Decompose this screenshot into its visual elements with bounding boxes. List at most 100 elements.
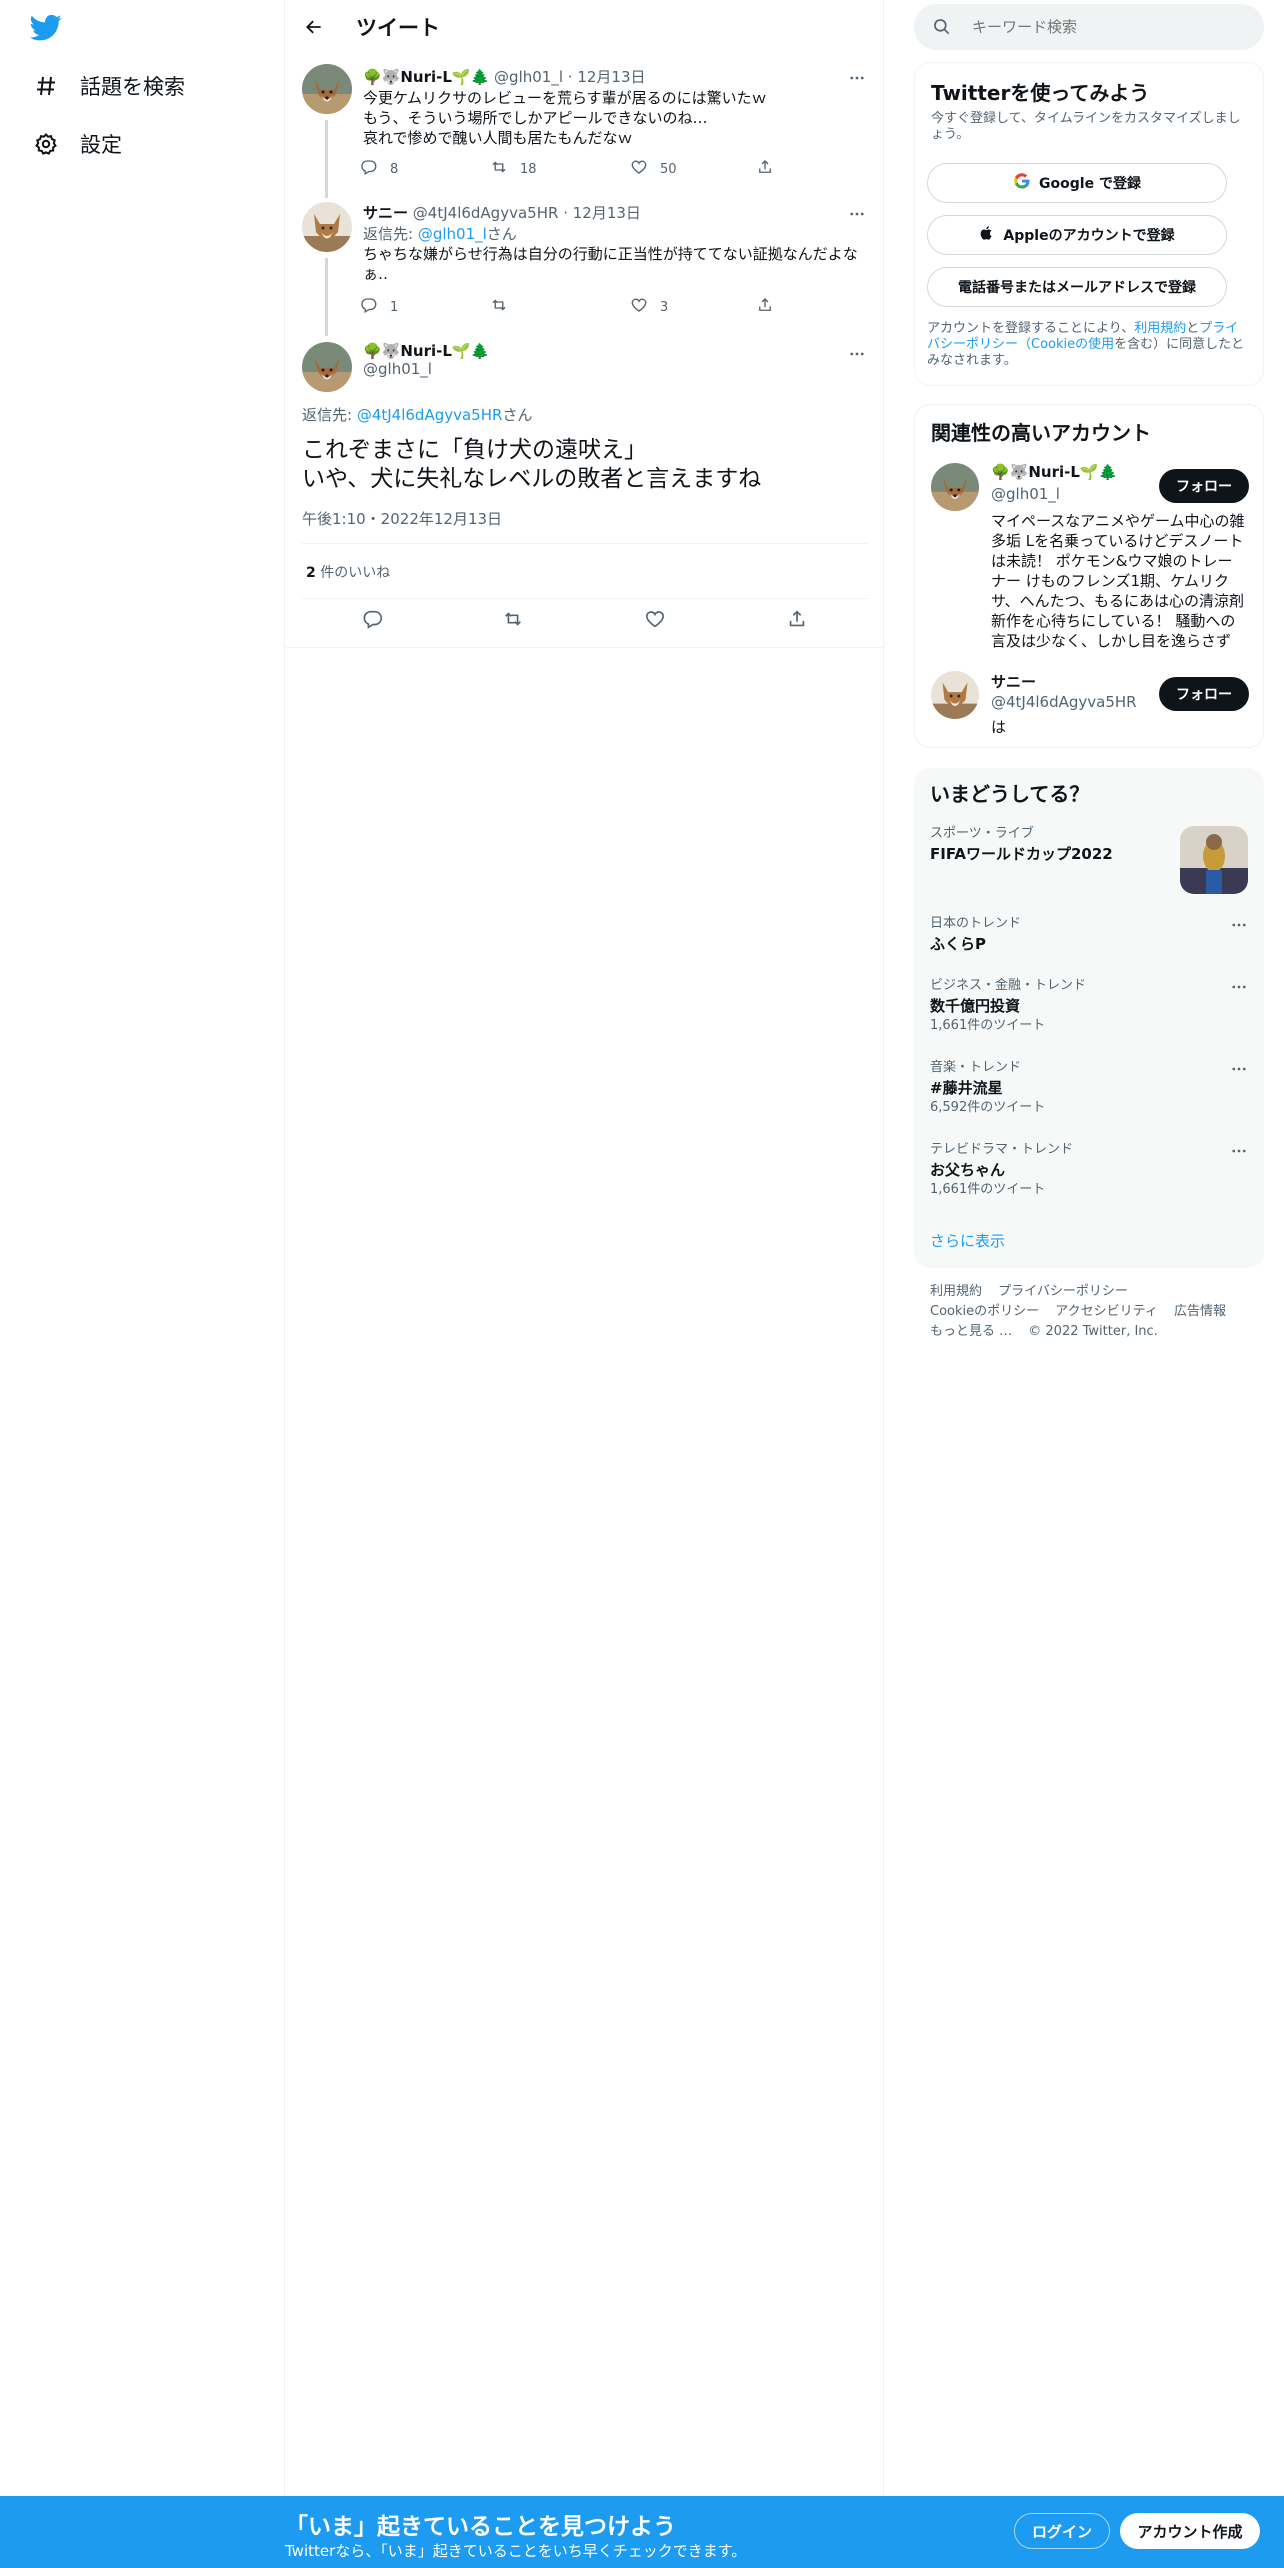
- show-more-link[interactable]: さらに表示: [930, 1230, 1005, 1251]
- create-account-button[interactable]: アカウント作成: [1120, 2513, 1260, 2549]
- share-button[interactable]: [756, 296, 786, 318]
- tweet-actions: 1 3: [360, 296, 810, 318]
- avatar[interactable]: [931, 671, 979, 719]
- footer-more-link[interactable]: もっと見る …: [930, 1324, 1012, 1339]
- footer-link[interactable]: アクセシビリティ: [1055, 1304, 1158, 1319]
- trend-item[interactable]: 日本のトレンド ふくらP: [930, 916, 1248, 960]
- related-accounts-card: 関連性の高いアカウント 🌳🐺Nuri-L🌱🌲 @glh01_l フォロー マイペ…: [914, 404, 1264, 748]
- more-options-icon[interactable]: [1230, 1060, 1248, 1082]
- avatar[interactable]: [302, 64, 352, 114]
- share-icon: [786, 615, 808, 634]
- card-title: Twitterを使ってみよう: [931, 81, 1150, 105]
- account-suggestion[interactable]: 🌳🐺Nuri-L🌱🌲 @glh01_l フォロー マイペースなアニメやゲーム中心…: [931, 463, 1249, 663]
- phone-email-signup-button[interactable]: 電話番号またはメールアドレスで登録: [927, 267, 1227, 307]
- account-handle[interactable]: @4tJ4l6dAgyva5HR: [991, 693, 1137, 711]
- nav-item-settings[interactable]: 設定: [32, 122, 122, 166]
- like-icon: [630, 296, 660, 318]
- trend-item[interactable]: 音楽・トレンド #藤井流星 6,592件のツイート: [930, 1060, 1248, 1122]
- search-bar[interactable]: [914, 4, 1264, 50]
- back-arrow-icon[interactable]: [296, 9, 332, 45]
- footer-link[interactable]: プライバシーポリシー: [998, 1284, 1128, 1299]
- reply-button[interactable]: 8: [360, 158, 398, 180]
- card-title: 関連性の高いアカウント: [931, 421, 1151, 445]
- avatar[interactable]: [931, 463, 979, 511]
- retweet-button[interactable]: [502, 608, 524, 634]
- reply-context: 返信先: @glh01_lさん: [363, 225, 517, 243]
- more-options-icon[interactable]: [846, 68, 868, 88]
- display-name[interactable]: 🌳🐺Nuri-L🌱🌲: [363, 342, 489, 360]
- account-handle[interactable]: @glh01_l: [991, 485, 1060, 503]
- reply-button[interactable]: 1: [360, 296, 398, 318]
- left-navigation: 話題を検索 設定: [0, 0, 285, 2568]
- avatar[interactable]: [302, 342, 352, 392]
- tweet-text: 返信先: @glh01_lさん ちゃちな嫌がらせ行為は自分の行動に正当性が持てて…: [363, 224, 868, 284]
- more-options-icon[interactable]: [846, 344, 868, 364]
- google-signup-label: Google で登録: [1039, 176, 1141, 192]
- login-button[interactable]: ログイン: [1014, 2513, 1110, 2549]
- gear-icon: [32, 130, 60, 158]
- share-button[interactable]: [756, 158, 786, 180]
- terms-link[interactable]: 利用規約: [1134, 321, 1186, 336]
- user-handle[interactable]: @glh01_l: [363, 360, 489, 378]
- thread-tweet[interactable]: 🌳🐺Nuri-L🌱🌲 @glh01_l · 12月13日 今更ケムリクサのレビュ…: [286, 60, 884, 198]
- tweet-text: これぞまさに「負け犬の遠吠え」 いや、犬に失礼なレベルの敗者と言えますね: [302, 436, 872, 494]
- like-button[interactable]: 50: [630, 158, 677, 180]
- display-name[interactable]: サニー: [363, 204, 408, 222]
- trend-count: 1,661件のツイート: [930, 1018, 1046, 1033]
- user-handle[interactable]: @glh01_l: [494, 68, 563, 86]
- divider: [286, 647, 884, 648]
- display-name[interactable]: 🌳🐺Nuri-L🌱🌲: [363, 68, 489, 86]
- user-handle[interactable]: @4tJ4l6dAgyva5HR: [413, 204, 559, 222]
- mention-link[interactable]: @glh01_l: [418, 225, 487, 243]
- tweet-text-line: もう、そういう場所でしかアピールできないのね…: [363, 109, 708, 127]
- follow-button[interactable]: フォロー: [1159, 469, 1249, 503]
- apple-signup-button[interactable]: Appleのアカウントで登録: [927, 215, 1227, 255]
- more-options-icon[interactable]: [1230, 1142, 1248, 1164]
- share-button[interactable]: [786, 608, 808, 634]
- retweet-icon: [490, 158, 520, 180]
- more-options-icon[interactable]: [1230, 916, 1248, 938]
- trend-item[interactable]: テレビドラマ・トレンド お父ちゃん 1,661件のツイート: [930, 1142, 1248, 1204]
- tweet-date[interactable]: 12月13日: [573, 204, 641, 222]
- retweet-button[interactable]: [490, 296, 520, 318]
- account-bio: マイペースなアニメやゲーム中心の雑多垢 Lを名乗っているけどデスノートは未読！ …: [991, 512, 1245, 650]
- reply-count: 8: [390, 161, 399, 177]
- reply-context: 返信先: @4tJ4l6dAgyva5HRさん: [302, 406, 533, 424]
- banner-subtitle: Twitterなら、「いま」起きていることをいち早くチェックできます。: [285, 2542, 747, 2560]
- trend-category: 日本のトレンド: [930, 916, 1022, 931]
- likes-summary[interactable]: 2 件のいいね: [306, 562, 390, 582]
- reply-button[interactable]: [362, 608, 384, 634]
- mention-link[interactable]: @4tJ4l6dAgyva5HR: [357, 406, 503, 424]
- footer-link[interactable]: 利用規約: [930, 1284, 982, 1299]
- account-suggestion[interactable]: サニー @4tJ4l6dAgyva5HR フォロー は: [931, 671, 1249, 736]
- more-options-icon[interactable]: [1230, 978, 1248, 1000]
- footer-link[interactable]: 広告情報: [1174, 1304, 1226, 1319]
- twitter-logo-icon[interactable]: [30, 14, 70, 44]
- tweet-actions: 8 18 50: [360, 158, 810, 180]
- account-name[interactable]: 🌳🐺Nuri-L🌱🌲: [991, 463, 1117, 481]
- like-button[interactable]: [644, 608, 666, 634]
- tweet-text-line: ぁ‥: [363, 265, 389, 283]
- tweet-date[interactable]: 12月13日: [577, 68, 645, 86]
- footer-link[interactable]: Cookieのポリシー: [930, 1304, 1039, 1319]
- card-subtitle: 今すぐ登録して、タイムラインをカスタマイズしましょう。: [931, 111, 1241, 142]
- account-name[interactable]: サニー: [991, 671, 1036, 692]
- trend-item[interactable]: ビジネス・金融・トレンド 数千億円投資 1,661件のツイート: [930, 978, 1248, 1040]
- thread-tweet[interactable]: サニー @4tJ4l6dAgyva5HR · 12月13日 返信先: @glh0…: [286, 198, 884, 336]
- follow-button[interactable]: フォロー: [1159, 677, 1249, 711]
- google-signup-button[interactable]: Google で登録: [927, 163, 1227, 203]
- search-input[interactable]: [972, 18, 1252, 36]
- retweet-button[interactable]: 18: [490, 158, 537, 180]
- apple-signup-label: Appleのアカウントで登録: [1003, 228, 1175, 244]
- tweet-header: 🌳🐺Nuri-L🌱🌲 @glh01_l: [363, 342, 489, 378]
- avatar[interactable]: [302, 202, 352, 252]
- tweet-timestamp[interactable]: 午後1:10・2022年12月13日: [302, 508, 502, 529]
- trend-name: #藤井流星: [930, 1079, 1003, 1097]
- thread-connector: [325, 258, 328, 336]
- tweet-text-line: 哀れで惨めで醜い人間も居たもんだなｗ: [363, 129, 633, 147]
- main-column: ツイート 🌳🐺Nuri-L🌱🌲 @glh01_l · 12月13日 今更ケムリク…: [286, 0, 884, 2568]
- nav-item-explore[interactable]: 話題を検索: [32, 64, 185, 108]
- trend-item[interactable]: スポーツ・ライブ FIFAワールドカップ2022: [930, 826, 1248, 896]
- like-button[interactable]: 3: [630, 296, 668, 318]
- more-options-icon[interactable]: [846, 204, 868, 224]
